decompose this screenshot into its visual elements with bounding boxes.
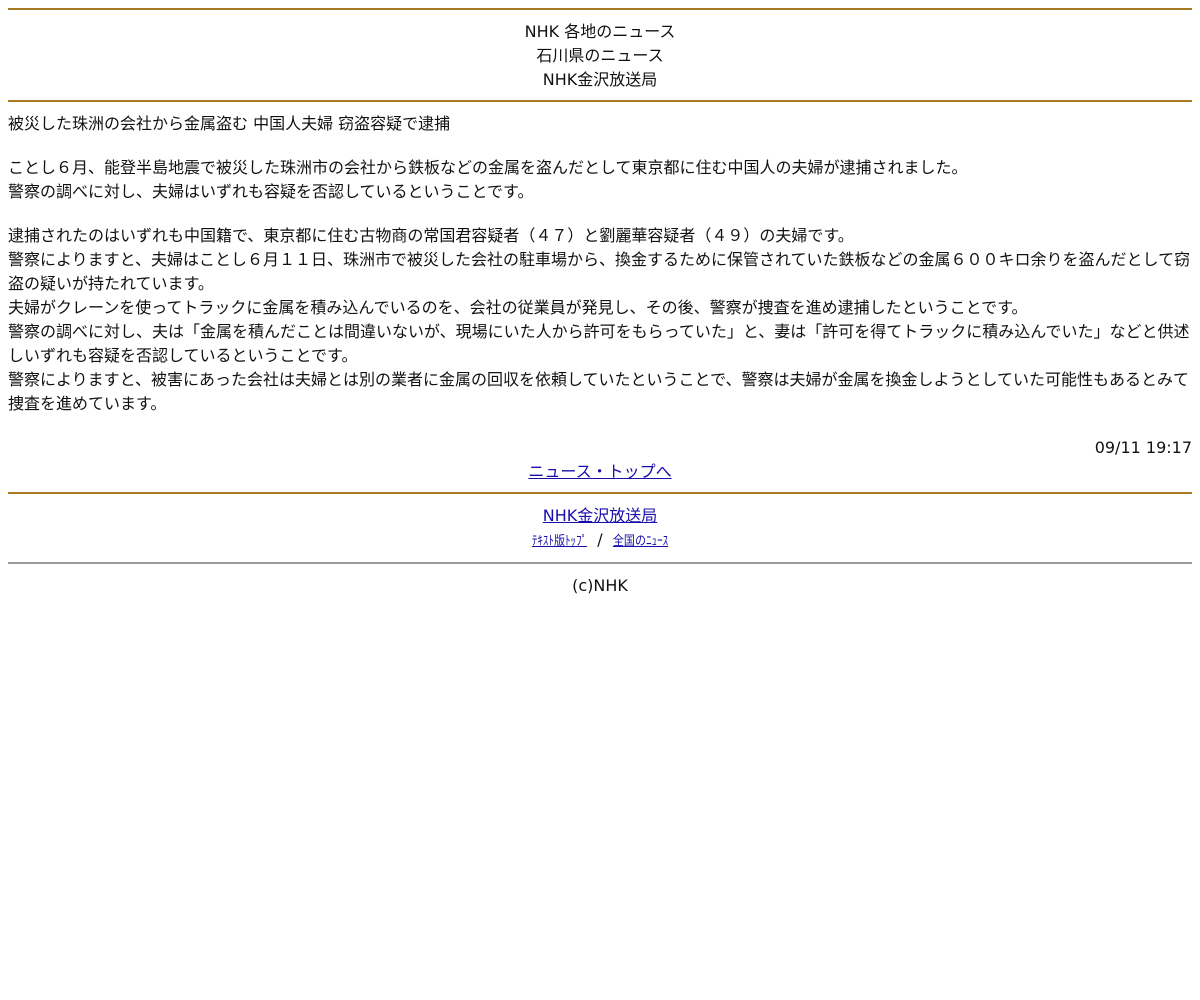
body-paragraph: 逮捕されたのはいずれも中国籍で、東京都に住む古物商の常国君容疑者（４７）と劉麗華… (8, 226, 854, 245)
body-paragraph: 警察の調べに対し、夫は「金属を積んだことは間違いないが、現場にいた人から許可をも… (8, 322, 1190, 365)
article-body: 逮捕されたのはいずれも中国籍で、東京都に住む古物商の常国君容疑者（４７）と劉麗華… (8, 224, 1192, 416)
site-footer: NHK金沢放送局 ﾃｷｽﾄ版ﾄｯﾌﾟ / 全国のﾆｭｰｽ (8, 494, 1192, 562)
lead-paragraph: 警察の調べに対し、夫婦はいずれも容疑を否認しているということです。 (8, 182, 534, 201)
national-news-link[interactable]: 全国のﾆｭｰｽ (613, 530, 668, 554)
site-title: NHK 各地のニュース (524, 22, 676, 41)
lead-paragraph: ことし６月、能登半島地震で被災した珠洲市の会社から鉄板などの金属を盗んだとして東… (8, 158, 968, 177)
page: NHK 各地のニュース 石川県のニュース NHK金沢放送局 被災した珠洲の会社か… (0, 0, 1200, 598)
station-link[interactable]: NHK金沢放送局 (543, 506, 658, 525)
article-timestamp: 09/11 19:17 (1094, 438, 1192, 457)
prefecture-title: 石川県のニュース (536, 46, 664, 65)
site-header: NHK 各地のニュース 石川県のニュース NHK金沢放送局 (8, 10, 1192, 100)
article-lead: ことし６月、能登半島地震で被災した珠洲市の会社から鉄板などの金属を盗んだとして東… (8, 156, 1192, 204)
body-paragraph: 警察によりますと、被害にあった会社は夫婦とは別の業者に金属の回収を依頼していたと… (8, 370, 1189, 413)
body-paragraph: 警察によりますと、夫婦はことし６月１１日、珠洲市で被災した会社の駐車場から、換金… (8, 250, 1191, 293)
body-paragraph: 夫婦がクレーンを使ってトラックに金属を積み込んでいるのを、会社の従業員が発見し、… (8, 298, 1028, 317)
text-top-link[interactable]: ﾃｷｽﾄ版ﾄｯﾌﾟ (532, 530, 587, 554)
station-title: NHK金沢放送局 (542, 70, 658, 89)
copyright: (c)NHK (572, 576, 628, 595)
header-divider (8, 100, 1192, 102)
link-separator: / (597, 530, 603, 549)
news-top-link[interactable]: ニュース・トップへ (528, 462, 671, 481)
news-top-nav: ニュース・トップへ (8, 460, 1192, 484)
article-headline: 被災した珠洲の会社から金属盗む 中国人夫婦 窃盗容疑で逮捕 (8, 114, 451, 133)
